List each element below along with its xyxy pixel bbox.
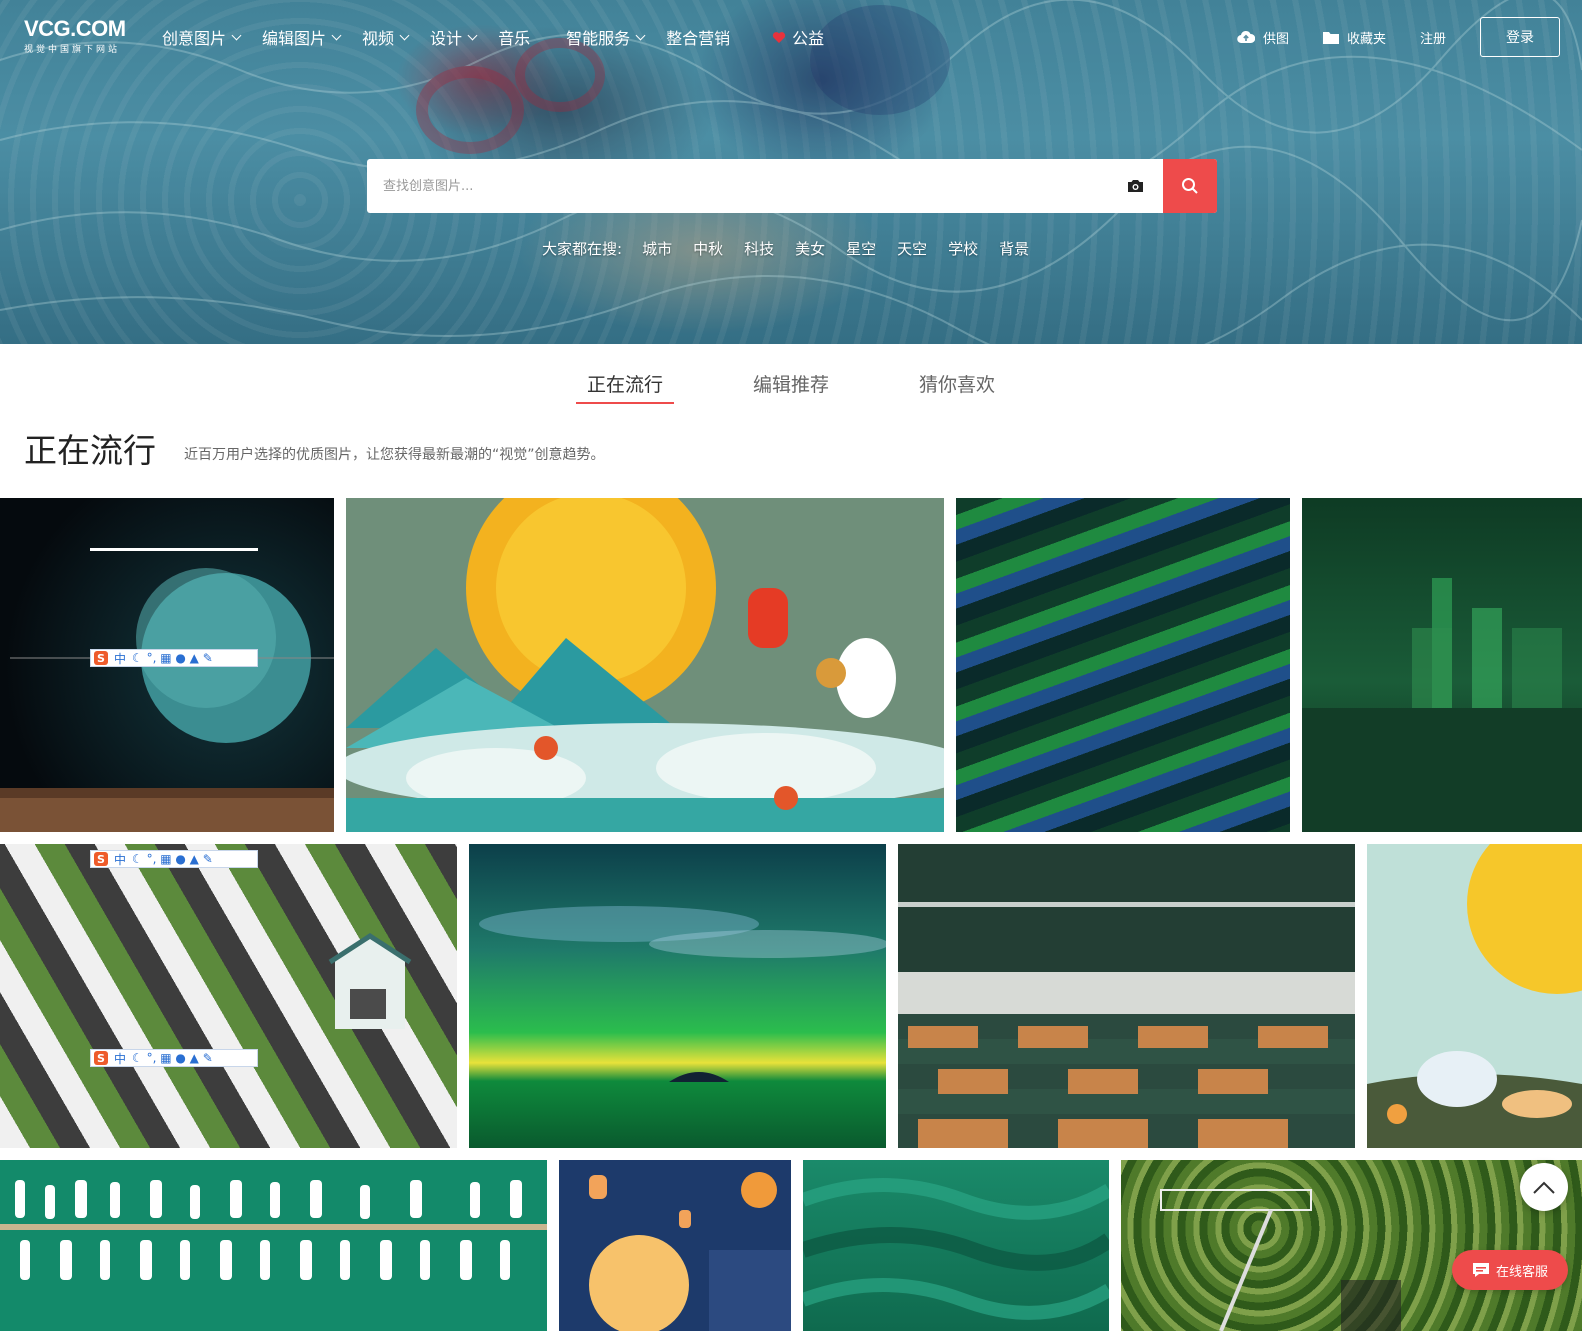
hot-searches: 大家都在搜: 城市 中秋 科技 美女 星空 天空 学校 背景 [542,238,1050,259]
tab-trending[interactable]: 正在流行 [575,370,674,404]
chevron-down-icon [467,30,478,40]
nav-label: 整合营销 [666,29,731,48]
chevron-down-icon [635,30,646,40]
content-tabs: 正在流行 编辑推荐 猜你喜欢 [0,370,1582,404]
cloud-upload-icon [1237,30,1255,44]
favorites-link[interactable]: 收藏夹 [1322,28,1386,47]
nav-label: 编辑图片 [262,29,327,48]
back-to-top-button[interactable] [1520,1163,1568,1211]
search-button[interactable] [1163,159,1217,213]
online-service-label: 在线客服 [1495,1264,1548,1280]
sogou-icon: S [94,651,108,665]
top-navigation: VCG.COM 视觉中国旗下网站 创意图片 编辑图片 视频 设计 音乐 智能服务… [0,0,1582,76]
image-tile-mid-autumn[interactable] [346,498,944,832]
ime-toolbar: S 中 ☾ °, ▦ ● ▲ ✎ [90,649,258,667]
camera-icon [1127,180,1143,192]
nav-label: 音乐 [498,29,531,48]
ime-toolbar: S 中 ☾ °, ▦ ● ▲ ✎ [90,1049,258,1067]
search-icon [1182,178,1198,194]
online-service-button[interactable]: 在线客服 [1452,1250,1568,1290]
ime-lang-label: 中 [114,1051,127,1066]
image-tile-roof-tiles[interactable]: S 中 ☾ °, ▦ ● ▲ ✎ S 中 ☾ °, ▦ ● ▲ ✎ [0,844,457,1148]
section-subtitle: 近百万用户选择的优质图片，让您获得最新最潮的“视觉”创意趋势。 [184,447,605,463]
chat-icon [1472,1263,1489,1277]
hot-tag[interactable]: 科技 [744,238,774,259]
hot-tag[interactable]: 星空 [846,238,876,259]
hot-searches-label: 大家都在搜: [542,240,623,258]
image-tile-green-abstract[interactable] [1302,498,1582,832]
tab-recommended[interactable]: 猜你喜欢 [908,370,1006,404]
ime-lang-label: 中 [114,651,127,666]
image-tile-green-waves[interactable] [803,1160,1109,1331]
search-input[interactable] [367,159,1117,213]
hot-tag[interactable]: 背景 [999,238,1029,259]
search-bar [367,159,1217,213]
nav-item-creative-images[interactable]: 创意图片 [162,26,242,48]
moon-icon: ☾ °, ▦ ● ▲ ✎ [132,852,213,866]
nav-item-music[interactable]: 音乐 [498,26,530,48]
favorites-label: 收藏夹 [1346,31,1386,47]
hot-tag[interactable]: 天空 [897,238,927,259]
chevron-down-icon [331,30,342,40]
nav-item-charity[interactable]: 公益 [772,26,824,48]
logo-subtitle: 视觉中国旗下网站 [24,45,121,55]
nav-label: 创意图片 [162,29,227,48]
nav-item-smart-services[interactable]: 智能服务 [566,26,646,48]
moon-tea-illustration [1367,844,1582,1148]
moon-icon: ☾ °, ▦ ● ▲ ✎ [132,651,213,665]
image-tile-classroom[interactable] [898,844,1355,1148]
hot-tag[interactable]: 学校 [948,238,978,259]
register-link[interactable]: 注册 [1420,28,1446,47]
logo-text: VCG.COM [24,16,126,41]
green-waves-image [803,1178,1109,1320]
image-tile-moon-tea[interactable] [1367,844,1582,1148]
nav-label: 视频 [362,29,395,48]
chevron-down-icon [231,30,242,40]
site-logo[interactable]: VCG.COM 视觉中国旗下网站 [24,16,126,56]
heart-icon [772,31,786,43]
marina-boats-image [0,1180,547,1280]
green-abstract-image [1302,578,1582,832]
nav-label: 设计 [430,29,463,48]
tab-editor-picks[interactable]: 编辑推荐 [742,370,840,404]
image-search-button[interactable] [1117,159,1153,213]
main-nav: 创意图片 编辑图片 视频 设计 音乐 智能服务 整合营销 公益 [162,26,846,48]
register-label: 注册 [1419,31,1446,47]
ivy-building-image [1160,1189,1401,1331]
nav-label: 智能服务 [566,29,631,48]
nav-item-editorial-images[interactable]: 编辑图片 [262,26,342,48]
image-tile-marina-boats[interactable] [0,1160,547,1331]
image-tile-lantern-rabbit[interactable] [559,1160,791,1331]
lantern-rabbit-illustration [589,1172,791,1331]
image-tile-ivy-building[interactable] [1121,1160,1582,1331]
upload-link[interactable]: 供图 [1237,28,1289,47]
ime-toolbar: S 中 ☾ °, ▦ ● ▲ ✎ [90,850,258,868]
chevron-up-icon [1533,1181,1555,1194]
image-tile-planet[interactable]: S 中 ☾ °, ▦ ● ▲ ✎ [0,498,334,832]
chevron-down-icon [399,30,410,40]
upload-label: 供图 [1262,31,1289,47]
aurora-sea-image [479,906,886,1082]
ime-lang-label: 中 [114,852,127,867]
roof-window-image [328,933,412,1029]
sogou-icon: S [94,852,108,866]
login-button[interactable]: 登录 [1480,17,1560,57]
section-title: 正在流行 [24,431,156,470]
nav-label: 公益 [792,29,825,48]
image-tile-feathers[interactable] [956,498,1290,832]
mid-autumn-illustration [346,498,944,832]
hot-tag[interactable]: 中秋 [693,238,723,259]
nav-item-integrated-marketing[interactable]: 整合营销 [666,26,730,48]
hot-tag[interactable]: 美女 [795,238,825,259]
hot-tag[interactable]: 城市 [642,238,672,259]
moon-icon: ☾ °, ▦ ● ▲ ✎ [132,1051,213,1065]
sogou-icon: S [94,1051,108,1065]
image-tile-aurora-sea[interactable] [469,844,886,1148]
nav-item-design[interactable]: 设计 [430,26,478,48]
classroom-image [898,844,1355,1148]
nav-item-video[interactable]: 视频 [362,26,410,48]
user-nav: 供图 收藏夹 注册 登录 [1237,17,1560,57]
folder-icon [1322,31,1339,44]
